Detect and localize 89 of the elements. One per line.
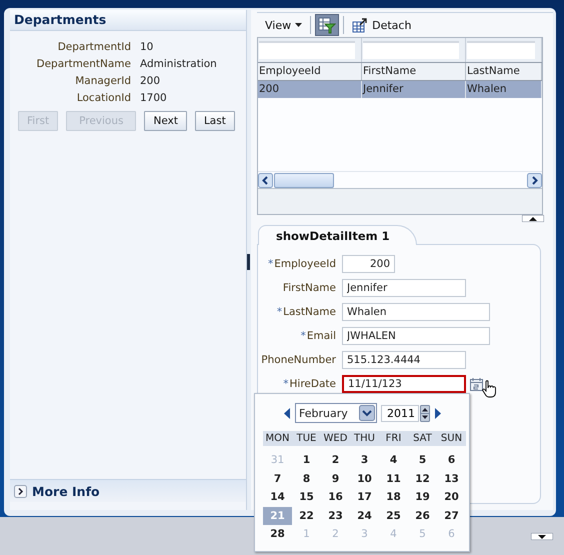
calendar-day[interactable]: 3 (350, 451, 379, 470)
next-month-icon[interactable] (434, 408, 441, 418)
year-field[interactable]: 2011 (381, 404, 419, 422)
column-header[interactable]: FirstName (362, 63, 466, 80)
calendar-day[interactable]: 11 (379, 470, 408, 488)
field-label: LocationId (76, 91, 131, 105)
field-value: 1700 (140, 91, 168, 105)
input-field[interactable]: 11/11/123 (342, 375, 466, 393)
weekday-label: MON (263, 431, 292, 446)
chevron-right-icon[interactable] (14, 484, 27, 498)
input-field[interactable]: Whalen (342, 303, 490, 321)
nav-button[interactable]: Next (144, 111, 187, 131)
calendar-icon[interactable] (470, 377, 484, 391)
column-header[interactable]: EmployeeId (258, 63, 362, 80)
weekday-label: THU (350, 431, 379, 446)
more-info-header[interactable]: More Info (10, 479, 246, 502)
weekday-label: FRI (379, 431, 408, 446)
field-label: DepartmentId (56, 40, 131, 54)
calendar-day[interactable]: 13 (437, 470, 466, 488)
weekday-label: WED (321, 431, 350, 446)
filter-field[interactable] (259, 41, 355, 59)
panel-title: Departments (10, 10, 246, 31)
calendar-day[interactable]: 18 (379, 488, 408, 506)
field-label: *EmployeeId (266, 257, 336, 272)
table-cell: Whalen (466, 81, 542, 98)
detach-table-icon (352, 17, 368, 33)
calendar-day[interactable]: 24 (350, 506, 379, 525)
field-label: ManagerId (74, 74, 131, 88)
weekday-label: TUE (292, 431, 321, 446)
field-label: FirstName (282, 281, 336, 296)
calendar-day[interactable]: 19 (408, 488, 437, 506)
table-cell: Jennifer (362, 81, 466, 98)
scroll-right-icon[interactable] (527, 172, 542, 188)
calendar-day[interactable]: 22 (292, 506, 321, 525)
splitter-handle[interactable] (247, 254, 250, 270)
detail-tab[interactable]: showDetailItem 1 (258, 225, 417, 245)
filter-field[interactable] (467, 41, 535, 59)
calendar-day[interactable]: 28 (263, 525, 292, 544)
view-menu-button[interactable]: View (261, 18, 306, 32)
column-header[interactable]: LastName (466, 63, 542, 80)
field-label: *LastName (276, 305, 336, 320)
caret-down-icon (295, 23, 302, 27)
year-spinner-icon[interactable] (420, 404, 430, 422)
calendar-day[interactable]: 1 (292, 451, 321, 470)
field-label: DepartmentName (35, 57, 131, 71)
scroll-left-icon[interactable] (258, 172, 273, 188)
month-dropdown[interactable]: February (295, 403, 377, 423)
scroll-thumb[interactable] (274, 172, 334, 188)
field-label: PhoneNumber (260, 353, 336, 368)
previous-month-icon[interactable] (284, 408, 291, 418)
calendar-day[interactable]: 7 (263, 470, 292, 488)
table-row[interactable]: 200 Jennifer Whalen (258, 81, 542, 98)
field-value: Administration (140, 57, 218, 71)
calendar-day[interactable]: 16 (321, 488, 350, 506)
calendar-day[interactable]: 15 (292, 488, 321, 506)
calendar-day[interactable]: 9 (321, 470, 350, 488)
input-field[interactable]: 515.123.4444 (342, 351, 466, 369)
calendar-day[interactable]: 12 (408, 470, 437, 488)
calendar-day[interactable]: 17 (350, 488, 379, 506)
chevron-down-icon (359, 405, 375, 421)
field-value: 200 (140, 74, 162, 88)
field-label: *HireDate (282, 377, 336, 392)
input-field[interactable]: 200 (342, 255, 395, 273)
calendar-day[interactable]: 23 (321, 506, 350, 525)
filter-toggle-button[interactable] (315, 14, 340, 36)
calendar-day[interactable]: 8 (292, 470, 321, 488)
nav-button[interactable]: Last (194, 111, 235, 131)
field-label: *Email (300, 329, 336, 344)
calendar-day[interactable]: 27 (437, 506, 466, 525)
calendar-day[interactable]: 10 (350, 470, 379, 488)
table-cell: 200 (258, 81, 362, 98)
calendar-day[interactable]: 25 (379, 506, 408, 525)
calendar-day[interactable]: 14 (263, 488, 292, 506)
filter-field[interactable] (363, 41, 459, 59)
weekday-label: SUN (437, 431, 466, 446)
detach-button[interactable]: Detach (348, 17, 416, 33)
calendar-day[interactable]: 4 (379, 451, 408, 470)
hand-pointer-icon (482, 380, 496, 398)
collapse-up-icon[interactable] (522, 215, 544, 222)
calendar-day[interactable]: 5 (408, 451, 437, 470)
field-value: 10 (140, 40, 154, 54)
calendar-day[interactable]: 6 (437, 451, 466, 470)
calendar-day[interactable]: 2 (321, 451, 350, 470)
calendar-day[interactable]: 26 (408, 506, 437, 525)
table-filter-icon (318, 16, 336, 34)
expand-down-icon[interactable] (531, 533, 553, 540)
calendar-day[interactable]: 20 (437, 488, 466, 506)
weekday-label: SAT (408, 431, 437, 446)
more-info-label: More Info (32, 484, 100, 498)
